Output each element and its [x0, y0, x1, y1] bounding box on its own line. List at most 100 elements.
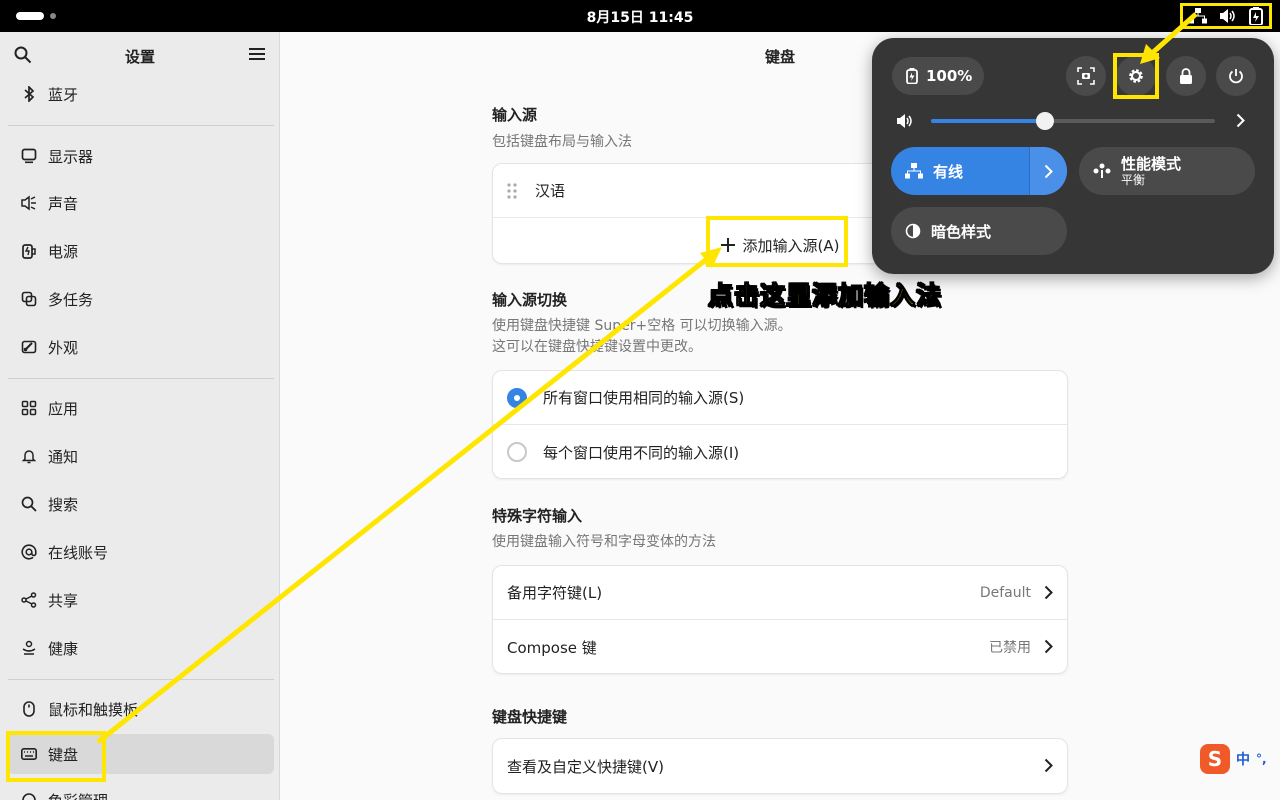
hamburger-menu-icon[interactable] — [249, 46, 265, 62]
sidebar-item-label: 声音 — [48, 194, 79, 213]
power-mode-icon — [1093, 163, 1111, 178]
shortcuts-title: 键盘快捷键 — [492, 708, 568, 726]
power-off-button[interactable] — [1216, 56, 1256, 96]
sidebar-item-apps[interactable]: 应用 — [8, 388, 274, 428]
radio-label: 每个窗口使用不同的输入源(I) — [543, 443, 740, 462]
wired-menu-button[interactable] — [1029, 147, 1067, 195]
sidebar-header: 设置 — [0, 32, 279, 80]
wired-network-toggle[interactable]: 有线 — [891, 147, 1067, 195]
highlight-settings-button — [1113, 53, 1159, 99]
sidebar-item-notifications[interactable]: 通知 — [8, 436, 274, 476]
special-desc: 使用键盘输入符号和字母变体的方法 — [492, 534, 716, 550]
row-value: 已禁用 — [989, 640, 1031, 656]
sidebar-separator — [8, 679, 274, 680]
sidebar-item-online-accounts[interactable]: 在线账号 — [8, 532, 274, 572]
row-value: Default — [979, 584, 1031, 601]
wired-label: 有线 — [933, 162, 964, 181]
shortcuts-card: 查看及自定义快捷键(V) — [492, 738, 1068, 794]
display-icon — [20, 147, 38, 165]
quick-settings-menu: 100% 有线 性能模式 平衡 暗色样式 — [872, 38, 1274, 274]
sidebar-item-appearance[interactable]: 外观 — [8, 327, 274, 367]
dark-style-label: 暗色样式 — [931, 222, 992, 241]
sidebar: 设置 蓝牙 显示器 声音 电源 多任务 外观 应用 通知 搜索 在线账号 共享 … — [0, 32, 280, 800]
top-bar: 8月15日 11:45 — [0, 0, 1280, 32]
radio-button-different[interactable] — [507, 442, 527, 462]
sidebar-item-sound[interactable]: 声音 — [8, 183, 274, 223]
sidebar-item-label: 蓝牙 — [48, 85, 79, 104]
volume-slider[interactable] — [931, 108, 1215, 134]
activities-button[interactable] — [16, 12, 56, 20]
wellbeing-icon — [20, 639, 38, 657]
at-icon — [20, 543, 38, 561]
power-off-icon — [1229, 69, 1243, 84]
volume-fill — [931, 119, 1045, 123]
annotation-label: 点击这里添加输入法 — [707, 281, 943, 311]
lock-button[interactable] — [1166, 56, 1206, 96]
radio-button-same[interactable] — [507, 387, 527, 408]
battery-button[interactable]: 100% — [892, 57, 984, 95]
sidebar-item-sharing[interactable]: 共享 — [8, 580, 274, 620]
sidebar-item-label: 共享 — [48, 591, 79, 610]
sidebar-item-search[interactable]: 搜索 — [8, 484, 274, 524]
network-wired-icon — [905, 163, 923, 179]
sidebar-item-label: 通知 — [48, 447, 79, 466]
ime-mode: 中 — [1236, 752, 1250, 768]
ime-indicator[interactable]: S 中 °, — [1200, 744, 1280, 774]
sidebar-item-label: 搜索 — [48, 495, 79, 514]
highlight-keyboard-item — [6, 731, 106, 782]
screenshot-icon — [1077, 67, 1095, 85]
compose-key-row[interactable]: Compose 键 已禁用 — [493, 620, 1067, 673]
sogou-logo: S — [1200, 744, 1230, 774]
volume-icon — [1220, 9, 1235, 23]
dark-style-icon — [905, 223, 921, 239]
switching-desc-1: 使用键盘快捷键 Super+空格 可以切换输入源。 — [492, 318, 792, 334]
row-label: 备用字符键(L) — [507, 584, 603, 602]
power-icon — [20, 242, 38, 260]
share-icon — [20, 591, 38, 609]
sidebar-item-multitasking[interactable]: 多任务 — [8, 279, 274, 319]
dark-style-toggle[interactable]: 暗色样式 — [891, 207, 1067, 255]
volume-icon — [897, 114, 912, 128]
sidebar-item-display[interactable]: 显示器 — [8, 136, 274, 176]
volume-knob[interactable] — [1036, 112, 1054, 130]
sidebar-separator — [8, 378, 274, 379]
multitasking-icon — [20, 290, 38, 308]
sidebar-item-power[interactable]: 电源 — [8, 231, 274, 271]
battery-icon — [1249, 7, 1263, 25]
switching-desc-2: 这可以在键盘快捷键设置中更改。 — [492, 339, 702, 355]
chevron-right-icon — [1044, 639, 1053, 654]
apps-icon — [20, 399, 38, 417]
mouse-icon — [20, 700, 38, 718]
sidebar-item-label: 多任务 — [48, 290, 94, 309]
row-label: Compose 键 — [507, 638, 597, 657]
bluetooth-icon — [20, 85, 38, 103]
system-tray[interactable] — [1180, 3, 1272, 29]
sidebar-item-label: 显示器 — [48, 147, 94, 166]
sidebar-item-mouse[interactable]: 鼠标和触摸板 — [8, 689, 274, 729]
screenshot-button[interactable] — [1066, 56, 1106, 96]
sidebar-item-wellbeing[interactable]: 健康 — [8, 628, 274, 668]
alternate-chars-row[interactable]: 备用字符键(L) Default — [493, 566, 1067, 620]
chevron-right-icon[interactable] — [1236, 113, 1245, 128]
sidebar-item-label: 电源 — [48, 242, 79, 261]
sidebar-item-bluetooth[interactable]: 蓝牙 — [8, 74, 274, 114]
sidebar-item-label: 外观 — [48, 338, 79, 357]
drag-handle-icon[interactable] — [507, 182, 517, 199]
row-label: 查看及自定义快捷键(V) — [507, 757, 664, 776]
radio-row-different[interactable]: 每个窗口使用不同的输入源(I) — [493, 425, 1067, 478]
chevron-right-icon — [1044, 164, 1053, 178]
highlight-add-input-source — [706, 216, 848, 267]
power-mode-toggle[interactable]: 性能模式 平衡 — [1079, 147, 1255, 195]
view-shortcuts-row[interactable]: 查看及自定义快捷键(V) — [493, 739, 1067, 793]
sidebar-item-color[interactable]: 色彩管理 — [8, 780, 274, 800]
radio-row-same[interactable]: 所有窗口使用相同的输入源(S) — [493, 371, 1067, 425]
clock[interactable]: 8月15日 11:45 — [587, 10, 694, 26]
power-mode-title: 性能模式 — [1121, 154, 1182, 173]
network-wired-icon — [1189, 8, 1207, 24]
chevron-right-icon — [1044, 585, 1053, 600]
sidebar-item-label: 应用 — [48, 399, 79, 418]
input-source-label: 汉语 — [535, 182, 566, 200]
switching-card: 所有窗口使用相同的输入源(S) 每个窗口使用不同的输入源(I) — [492, 370, 1068, 479]
bell-icon — [20, 447, 38, 465]
input-sources-desc: 包括键盘布局与输入法 — [492, 134, 632, 150]
